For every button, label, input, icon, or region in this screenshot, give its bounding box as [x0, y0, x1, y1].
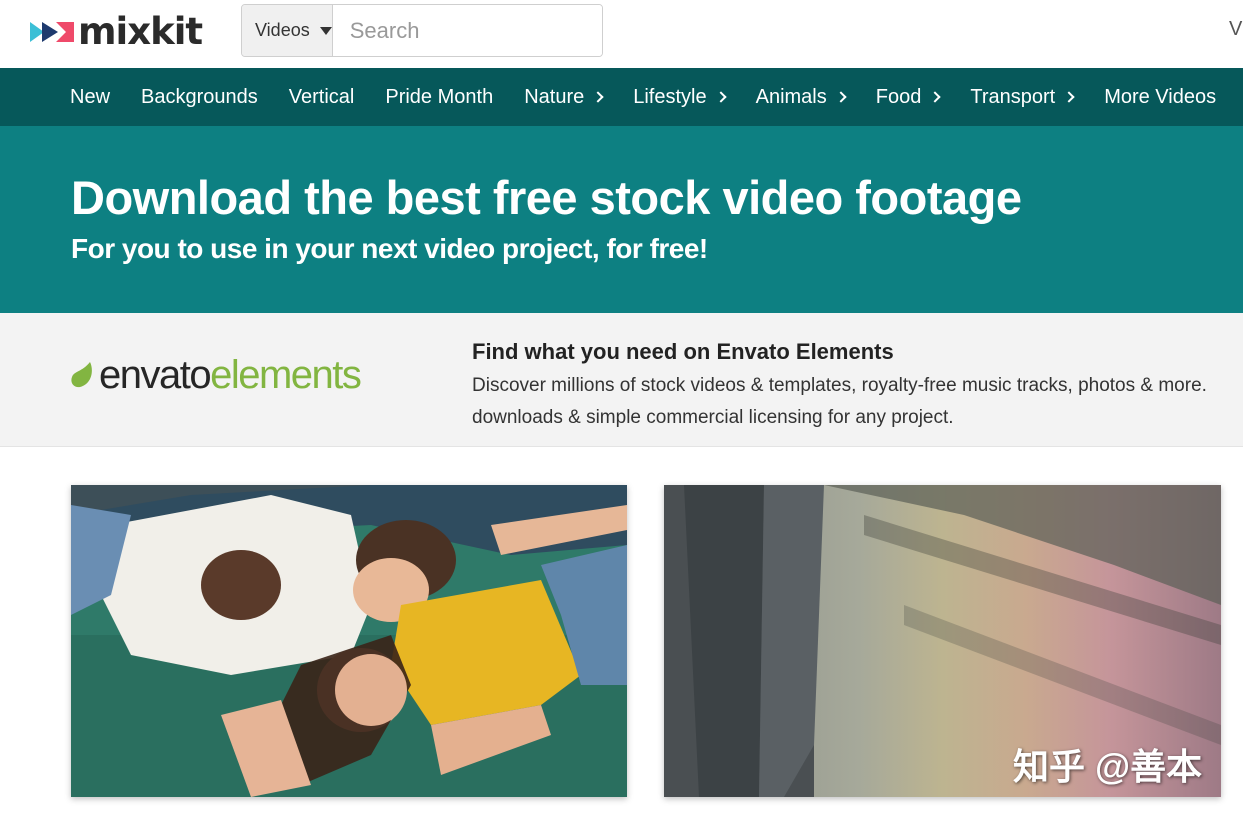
chevron-right-icon: [592, 91, 604, 103]
search-type-label: Videos: [255, 20, 310, 40]
nav-item-label: Pride Month: [385, 85, 494, 108]
envato-promo-banner[interactable]: envato elements Find what you need on Env…: [0, 313, 1243, 447]
nav-item-label: Animals: [755, 85, 827, 108]
envato-desc-line: downloads & simple commercial licensing …: [472, 407, 954, 428]
nav-item-label: Nature: [524, 85, 585, 108]
envato-logo-word: envato: [99, 353, 212, 397]
nav-item-label: Vertical: [288, 85, 355, 108]
hero-banner: Download the best free stock video foota…: [0, 126, 1243, 313]
nav-item-lifestyle[interactable]: Lifestyle: [633, 85, 727, 109]
nav-item-label: Food: [875, 85, 922, 108]
watermark-text: 知乎 @善本: [1013, 746, 1203, 787]
mixkit-logo[interactable]: mixkit: [30, 10, 203, 53]
hero-subtitle: For you to use in your next video projec…: [71, 233, 708, 264]
mixkit-logo-text: mixkit: [78, 10, 203, 53]
nav-item-backgrounds[interactable]: Backgrounds: [141, 86, 258, 109]
video-thumbnail-image: [71, 485, 627, 797]
envato-desc-line: Discover millions of stock videos & temp…: [472, 375, 1207, 396]
caret-down-icon: [319, 26, 332, 35]
nav-item-vertical[interactable]: Vertical: [289, 86, 355, 109]
chevron-right-icon: [835, 91, 847, 103]
nav-item-food[interactable]: Food: [875, 85, 942, 109]
nav-item-label: Transport: [970, 85, 1056, 108]
video-card-women-lying[interactable]: [71, 485, 627, 797]
leaf-icon: [71, 362, 92, 388]
nav-item-animals[interactable]: Animals: [755, 85, 847, 109]
envato-elements-logo[interactable]: envato elements: [70, 353, 362, 397]
site-header: mixkit Videos V: [0, 0, 1243, 68]
envato-promo-description: Discover millions of stock videos & temp…: [472, 370, 1243, 434]
chevron-right-icon: [1063, 91, 1075, 103]
chevron-right-icon: [714, 91, 727, 103]
chevron-right-icon: [929, 91, 942, 103]
nav-item-label: Backgrounds: [141, 85, 258, 108]
nav-item-more-videos[interactable]: More Videos: [1104, 86, 1216, 109]
search-input[interactable]: [332, 5, 602, 56]
nav-item-new[interactable]: New: [70, 86, 110, 109]
envato-logo-suffix: elements: [210, 353, 362, 397]
nav-item-transport[interactable]: Transport: [970, 85, 1075, 109]
nav-item-pride-month[interactable]: Pride Month: [385, 86, 493, 109]
nav-item-label: Lifestyle: [633, 85, 707, 108]
header-right-truncated[interactable]: V: [1229, 18, 1242, 41]
envato-promo-title: Find what you need on Envato Elements: [472, 339, 894, 364]
nav-item-label: New: [70, 85, 111, 108]
hero-title: Download the best free stock video foota…: [71, 171, 1022, 224]
mixkit-logo-icon: [30, 22, 74, 42]
nav-item-label: More Videos: [1104, 85, 1217, 108]
category-nav: New Backgrounds Vertical Pride Month Nat…: [0, 68, 1243, 126]
nav-item-nature[interactable]: Nature: [524, 85, 604, 109]
search-type-select[interactable]: Videos: [242, 5, 333, 56]
search-bar: Videos: [241, 4, 603, 57]
